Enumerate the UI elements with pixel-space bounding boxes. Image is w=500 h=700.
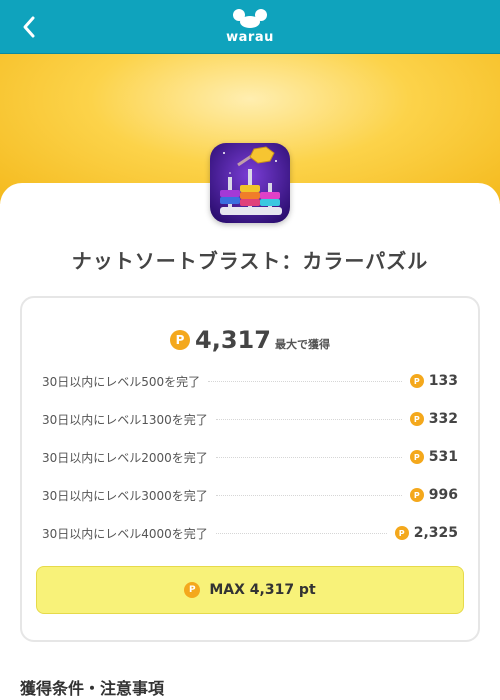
point-coin-icon: P <box>409 488 424 502</box>
point-coin-icon: P <box>394 526 409 540</box>
back-button[interactable] <box>14 12 44 42</box>
total-reward: P 4,317 最大で獲得 <box>22 326 478 354</box>
reward-card: P 4,317 最大で獲得 30日以内にレベル500を完了 P 133 30日以… <box>20 296 480 642</box>
point-coin-icon: P <box>170 330 191 350</box>
app-icon <box>210 143 290 223</box>
tier-points: 2,325 <box>413 525 458 541</box>
max-points-button[interactable]: P MAX 4,317 pt <box>36 566 464 614</box>
tier-row: 30日以内にレベル4000を完了 P 2,325 <box>42 523 458 543</box>
top-header: warau <box>0 0 500 54</box>
total-suffix: 最大で獲得 <box>274 338 330 351</box>
dotted-leader <box>215 418 402 420</box>
point-coin-icon: P <box>409 412 424 426</box>
tier-points: 133 <box>428 373 458 389</box>
warau-logo[interactable]: warau <box>220 8 280 48</box>
dotted-leader <box>215 532 387 534</box>
tier-label: 30日以内にレベル1300を完了 <box>42 412 208 427</box>
dotted-leader <box>208 380 402 382</box>
tier-row: 30日以内にレベル500を完了 P 133 <box>42 371 458 391</box>
tier-points: 332 <box>428 411 458 427</box>
point-coin-icon: P <box>409 450 424 464</box>
tier-row: 30日以内にレベル2000を完了 P 531 <box>42 447 458 467</box>
chevron-left-icon <box>23 16 35 38</box>
tier-label: 30日以内にレベル2000を完了 <box>42 450 208 465</box>
tier-label: 30日以内にレベル3000を完了 <box>42 488 208 503</box>
conditions-heading: 獲得条件・注意事項 <box>20 679 165 698</box>
tier-label: 30日以内にレベル500を完了 <box>42 374 201 389</box>
dotted-leader <box>215 494 402 496</box>
mouse-ears-icon <box>233 9 267 28</box>
tier-row: 30日以内にレベル3000を完了 P 996 <box>42 485 458 505</box>
logo-text: warau <box>226 30 274 45</box>
tier-points: 531 <box>428 449 458 465</box>
dotted-leader <box>215 456 402 458</box>
max-points-label: MAX 4,317 pt <box>209 582 316 598</box>
app-title: ナットソートブラスト：カラーパズル <box>71 249 429 273</box>
point-coin-icon: P <box>409 374 424 388</box>
tier-points: 996 <box>428 487 458 503</box>
point-coin-icon: P <box>184 582 201 598</box>
tier-label: 30日以内にレベル4000を完了 <box>42 526 208 541</box>
tier-row: 30日以内にレベル1300を完了 P 332 <box>42 409 458 429</box>
total-points: 4,317 <box>195 326 271 354</box>
